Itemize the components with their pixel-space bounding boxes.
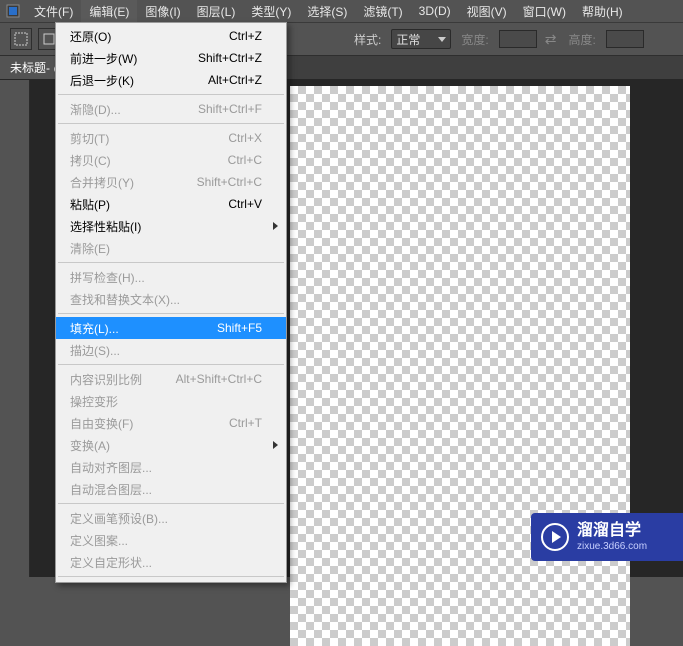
edit-dropdown-menu: 还原(O)Ctrl+Z前进一步(W)Shift+Ctrl+Z后退一步(K)Alt… [55,22,287,583]
chevron-right-icon [273,222,278,230]
menu-item-9[interactable]: 粘贴(P)Ctrl+V [56,193,286,215]
menu-item-shortcut: Ctrl+X [228,131,262,145]
menu-item-label: 描边(S)... [70,342,262,359]
menu-item-27: 定义图案... [56,529,286,551]
menu-item-14: 查找和替换文本(X)... [56,288,286,310]
menu-item-8: 合并拷贝(Y)Shift+Ctrl+C [56,171,286,193]
menu-item-17: 描边(S)... [56,339,286,361]
menu-item-21: 自由变换(F)Ctrl+T [56,412,286,434]
menu-item-label: 前进一步(W) [70,50,198,67]
menu-item-label: 剪切(T) [70,130,228,147]
style-label: 样式: [354,31,381,48]
swap-dimensions-icon[interactable]: ⇄ [543,31,559,48]
menu-item-shortcut: Alt+Ctrl+Z [208,73,262,87]
menu-item-23: 自动对齐图层... [56,456,286,478]
menu-item-shortcut: Ctrl+C [228,153,262,167]
menu-bar: 文件(F) 编辑(E) 图像(I) 图层(L) 类型(Y) 选择(S) 滤镜(T… [0,0,683,22]
menu-separator [58,313,284,314]
menu-item-label: 定义自定形状... [70,554,262,571]
menu-item-label: 填充(L)... [70,320,217,337]
tool-strip [0,80,30,577]
menu-item-shortcut: Shift+Ctrl+Z [198,51,262,65]
height-input[interactable] [606,30,644,48]
menu-item-4: 渐隐(D)...Shift+Ctrl+F [56,98,286,120]
width-label: 宽度: [461,31,488,48]
chevron-right-icon [273,441,278,449]
menu-help[interactable]: 帮助(H) [574,0,631,23]
menu-item-shortcut: Alt+Shift+Ctrl+C [176,372,262,386]
play-circle-icon [541,523,569,551]
menu-file[interactable]: 文件(F) [26,0,81,23]
menu-item-shortcut: Ctrl+V [228,197,262,211]
menu-select[interactable]: 选择(S) [299,0,355,23]
menu-item-label: 内容识别比例 [70,371,176,388]
menu-item-label: 自动对齐图层... [70,459,262,476]
menu-item-16[interactable]: 填充(L)...Shift+F5 [56,317,286,339]
menu-separator [58,123,284,124]
menu-item-label: 还原(O) [70,28,229,45]
menu-item-0[interactable]: 还原(O)Ctrl+Z [56,25,286,47]
branding-subtitle: zixue.3d66.com [577,541,647,553]
menu-item-label: 后退一步(K) [70,72,208,89]
menu-item-20: 操控变形 [56,390,286,412]
menu-item-13: 拼写检查(H)... [56,266,286,288]
style-select[interactable]: 正常 [391,29,451,49]
menu-window[interactable]: 窗口(W) [515,0,574,23]
menu-item-label: 拷贝(C) [70,152,228,169]
menu-item-label: 自由变换(F) [70,415,229,432]
menu-separator [58,503,284,504]
menu-item-28: 定义自定形状... [56,551,286,573]
menu-item-label: 定义画笔预设(B)... [70,510,262,527]
menu-item-label: 清除(E) [70,240,262,257]
height-label: 高度: [568,31,595,48]
transparent-canvas[interactable] [290,86,630,646]
menu-item-shortcut: Ctrl+Z [229,29,262,43]
marquee-tool-icon[interactable] [10,28,32,50]
menu-layer[interactable]: 图层(L) [189,0,244,23]
menu-3d[interactable]: 3D(D) [411,1,459,21]
menu-item-2[interactable]: 后退一步(K)Alt+Ctrl+Z [56,69,286,91]
menu-item-label: 渐隐(D)... [70,101,198,118]
menu-item-7: 拷贝(C)Ctrl+C [56,149,286,171]
width-input[interactable] [499,30,537,48]
chevron-down-icon [438,37,446,42]
menu-view[interactable]: 视图(V) [459,0,515,23]
app-icon [4,2,22,20]
menu-item-label: 粘贴(P) [70,196,228,213]
menu-item-shortcut: Ctrl+T [229,416,262,430]
menu-image[interactable]: 图像(I) [137,0,188,23]
menu-item-label: 操控变形 [70,393,262,410]
menu-item-shortcut: Shift+Ctrl+C [197,175,262,189]
menu-type[interactable]: 类型(Y) [243,0,299,23]
menu-item-1[interactable]: 前进一步(W)Shift+Ctrl+Z [56,47,286,69]
menu-item-22: 变换(A) [56,434,286,456]
branding-badge[interactable]: 溜溜自学 zixue.3d66.com [531,513,683,561]
menu-edit[interactable]: 编辑(E) [81,0,137,23]
menu-item-24: 自动混合图层... [56,478,286,500]
menu-filter[interactable]: 滤镜(T) [355,0,410,23]
menu-item-11: 清除(E) [56,237,286,259]
menu-item-label: 自动混合图层... [70,481,262,498]
menu-item-label: 选择性粘贴(I) [70,218,262,235]
menu-item-10[interactable]: 选择性粘贴(I) [56,215,286,237]
menu-item-26: 定义画笔预设(B)... [56,507,286,529]
menu-item-19: 内容识别比例Alt+Shift+Ctrl+C [56,368,286,390]
menu-item-label: 查找和替换文本(X)... [70,291,262,308]
menu-item-6: 剪切(T)Ctrl+X [56,127,286,149]
menu-item-label: 定义图案... [70,532,262,549]
menu-item-label: 合并拷贝(Y) [70,174,197,191]
menu-item-shortcut: Shift+Ctrl+F [198,102,262,116]
menu-item-label: 变换(A) [70,437,262,454]
branding-title: 溜溜自学 [577,521,647,540]
menu-separator [58,262,284,263]
menu-item-shortcut: Shift+F5 [217,321,262,335]
menu-separator [58,94,284,95]
menu-separator [58,364,284,365]
style-select-value: 正常 [396,31,420,48]
menu-item-label: 拼写检查(H)... [70,269,262,286]
